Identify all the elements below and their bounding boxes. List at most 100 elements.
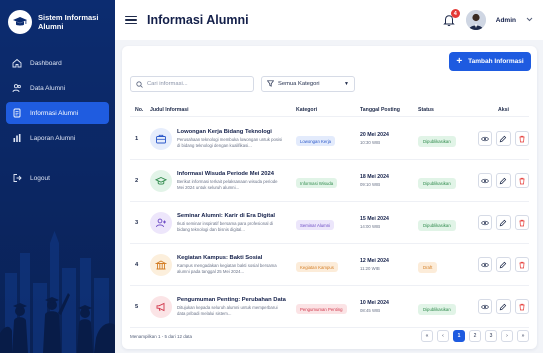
graduation-cap-logo-icon bbox=[8, 10, 32, 34]
trash-icon bbox=[519, 261, 525, 268]
view-button[interactable] bbox=[478, 299, 493, 314]
pencil-icon bbox=[500, 135, 507, 142]
row-title[interactable]: Kegiatan Kampus: Bakti Sosial bbox=[177, 255, 283, 261]
header-actions: Aksi bbox=[498, 106, 509, 113]
edit-button[interactable] bbox=[496, 173, 511, 188]
prev-page-button[interactable]: ‹ bbox=[437, 330, 449, 342]
first-page-button[interactable]: « bbox=[421, 330, 433, 342]
avatar[interactable] bbox=[465, 10, 486, 30]
chevron-down-icon[interactable] bbox=[526, 17, 533, 24]
add-information-button[interactable]: + Tambah Informasi bbox=[449, 52, 531, 71]
brand: Sistem Informasi Alumni bbox=[0, 0, 115, 44]
status-badge: Draft bbox=[418, 261, 438, 273]
status-badge: Dipublikasikan bbox=[418, 135, 456, 147]
row-description: Ditujukan kepada seluruh alumni untuk me… bbox=[177, 304, 278, 316]
post-date: 10 Mei 2024 bbox=[360, 300, 389, 306]
graduation-cap-icon bbox=[150, 169, 172, 192]
sidebar-item-label: Logout bbox=[30, 174, 50, 182]
sidebar-item-dashboard[interactable]: Dashboard bbox=[6, 52, 109, 74]
view-button[interactable] bbox=[478, 215, 493, 230]
post-date: 15 Mei 2024 bbox=[360, 216, 389, 222]
edit-button[interactable] bbox=[496, 257, 511, 272]
row-number: 2 bbox=[135, 177, 139, 184]
user-plus-icon bbox=[150, 211, 172, 234]
sidebar-item-logout[interactable]: Logout bbox=[6, 167, 109, 189]
eye-icon bbox=[481, 304, 490, 309]
category-badge: Pengumuman Penting bbox=[296, 304, 347, 314]
table-row[interactable]: 5 Pengumuman Penting: Perubahan Data Dit… bbox=[130, 286, 529, 328]
users-icon bbox=[12, 83, 22, 93]
table-row[interactable]: 3 Seminar Alumni: Karir di Era Digital I… bbox=[130, 202, 529, 244]
trash-icon bbox=[519, 219, 525, 226]
row-description: Berikut informasi terkait pelaksanaan wi… bbox=[177, 178, 278, 190]
last-page-button[interactable]: » bbox=[517, 330, 529, 342]
category-badge: Kegiatan Kampus bbox=[296, 262, 338, 272]
brand-title: Sistem Informasi Alumni bbox=[38, 13, 98, 31]
pencil-icon bbox=[500, 177, 507, 184]
delete-button[interactable] bbox=[514, 299, 529, 314]
eye-icon bbox=[481, 136, 490, 141]
header-no: No. bbox=[135, 106, 144, 113]
edit-button[interactable] bbox=[496, 299, 511, 314]
menu-toggle-icon[interactable] bbox=[125, 15, 137, 25]
category-filter-select[interactable]: Semua Kategori ▼ bbox=[261, 76, 355, 92]
pencil-icon bbox=[500, 261, 507, 268]
briefcase-icon bbox=[150, 127, 172, 150]
post-time: 09:10 WIB bbox=[360, 182, 381, 187]
page-button-3[interactable]: 3 bbox=[485, 330, 497, 342]
sidebar-item-data-alumni[interactable]: Data Alumni bbox=[6, 77, 109, 99]
table-row[interactable]: 1 Lowongan Kerja Bidang Teknologi Perusa… bbox=[130, 118, 529, 160]
row-title[interactable]: Seminar Alumni: Karir di Era Digital bbox=[177, 213, 283, 219]
edit-button[interactable] bbox=[496, 215, 511, 230]
table-row[interactable]: 2 Informasi Wisuda Periode Mei 2024 Beri… bbox=[130, 160, 529, 202]
brand-line-2: Alumni bbox=[38, 22, 64, 31]
pagination: « ‹ 1 2 3 › » bbox=[421, 330, 529, 342]
view-button[interactable] bbox=[478, 173, 493, 188]
edit-button[interactable] bbox=[496, 131, 511, 146]
user-name[interactable]: Admin bbox=[496, 17, 516, 24]
post-date: 18 Mei 2024 bbox=[360, 174, 389, 180]
sidebar-item-informasi-alumni[interactable]: Informasi Alumni bbox=[6, 102, 109, 124]
logout-icon bbox=[12, 173, 22, 183]
pencil-icon bbox=[500, 219, 507, 226]
megaphone-icon bbox=[150, 295, 172, 318]
post-date: 20 Mei 2024 bbox=[360, 132, 389, 138]
document-icon bbox=[12, 108, 22, 118]
view-button[interactable] bbox=[478, 131, 493, 146]
page-title: Informasi Alumni bbox=[147, 13, 249, 27]
table-body: 1 Lowongan Kerja Bidang Teknologi Perusa… bbox=[130, 118, 529, 328]
sidebar-item-label: Dashboard bbox=[30, 59, 62, 67]
delete-button[interactable] bbox=[514, 131, 529, 146]
search-input[interactable] bbox=[147, 81, 247, 87]
pencil-icon bbox=[500, 303, 507, 310]
table-row[interactable]: 4 Kegiatan Kampus: Bakti Sosial Kampus m… bbox=[130, 244, 529, 286]
post-time: 10:30 WIB bbox=[360, 140, 381, 145]
next-page-button[interactable]: › bbox=[501, 330, 513, 342]
row-title[interactable]: Informasi Wisuda Periode Mei 2024 bbox=[177, 171, 283, 177]
top-header: Informasi Alumni 4 Admin bbox=[115, 0, 543, 40]
page-button-2[interactable]: 2 bbox=[469, 330, 481, 342]
delete-button[interactable] bbox=[514, 173, 529, 188]
row-number: 3 bbox=[135, 219, 139, 226]
trash-icon bbox=[519, 135, 525, 142]
page-button-1[interactable]: 1 bbox=[453, 330, 465, 342]
row-title[interactable]: Lowongan Kerja Bidang Teknologi bbox=[177, 129, 283, 135]
header-title: Judul Informasi bbox=[150, 106, 189, 113]
eye-icon bbox=[481, 178, 490, 183]
delete-button[interactable] bbox=[514, 215, 529, 230]
header-category: Kategori bbox=[296, 106, 318, 113]
sidebar: Sistem Informasi Alumni Dashboard Data A… bbox=[0, 0, 115, 353]
view-button[interactable] bbox=[478, 257, 493, 272]
caret-down-icon: ▼ bbox=[344, 81, 349, 87]
delete-button[interactable] bbox=[514, 257, 529, 272]
row-title[interactable]: Pengumuman Penting: Perubahan Data bbox=[177, 297, 286, 303]
header-right: 4 Admin bbox=[442, 9, 533, 30]
content-card: + Tambah Informasi Semua Kategori ▼ No. … bbox=[122, 46, 537, 349]
pagination-summary: Menampilkan 1 - 5 dari 12 data bbox=[130, 334, 193, 339]
post-time: 11:20 WIB bbox=[360, 266, 380, 271]
trash-icon bbox=[519, 303, 525, 310]
notification-bell-icon[interactable]: 4 bbox=[442, 9, 460, 27]
sidebar-item-label: Laporan Alumni bbox=[30, 134, 76, 142]
sidebar-item-laporan-alumni[interactable]: Laporan Alumni bbox=[6, 127, 109, 149]
row-number: 4 bbox=[135, 261, 139, 268]
